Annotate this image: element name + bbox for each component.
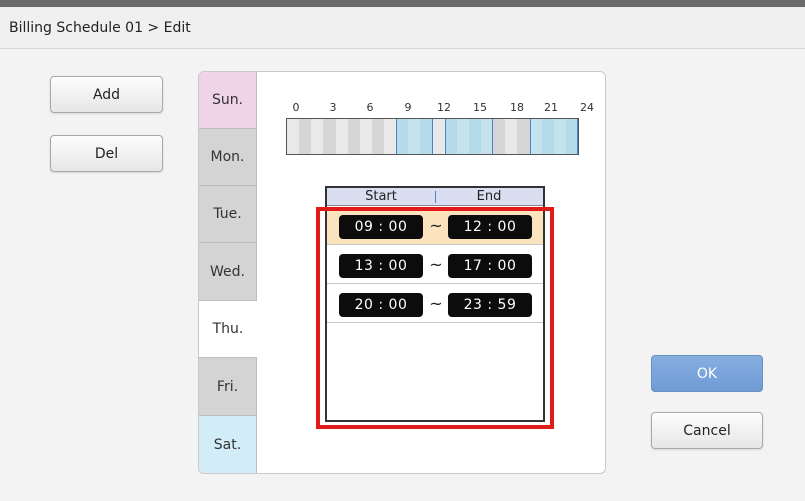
- window-top-strip: [0, 0, 805, 7]
- timeline-hour-cell: [347, 119, 361, 154]
- timeline-hour-cell: [335, 119, 349, 154]
- timeline-hour-label: 9: [404, 101, 412, 114]
- timeline-bar: [286, 118, 579, 155]
- time-range-row[interactable]: 13 : 00 ~17 : 00: [327, 246, 543, 284]
- timeline-hour-cell: [517, 119, 530, 154]
- start-time-field[interactable]: 09 : 00: [339, 215, 423, 239]
- timeline-hour-label: 21: [544, 101, 558, 114]
- start-column-header: Start: [365, 189, 397, 204]
- timeline-hour-labels: 0 3 6 9 12 15 18 21 24: [0, 101, 805, 115]
- timeline-hour-label: 0: [292, 101, 300, 114]
- timeline-hour-cell: [311, 119, 324, 154]
- list-header: Start End: [327, 188, 543, 206]
- cancel-button[interactable]: Cancel: [651, 412, 763, 449]
- time-range-row[interactable]: 20 : 00 ~23 : 59: [327, 285, 543, 323]
- end-time-field[interactable]: 17 : 00: [448, 254, 532, 278]
- end-column-header: End: [476, 189, 502, 204]
- timeline-hour-label: 6: [366, 101, 374, 114]
- end-time-field[interactable]: 23 : 59: [448, 293, 532, 317]
- start-time-field[interactable]: 13 : 00: [339, 254, 423, 278]
- timeline-hour-cell: [384, 119, 397, 154]
- timeline-active-range: [444, 119, 494, 154]
- day-tabs: Sun. Mon. Tue. Wed. Thu. Fri. Sat.: [199, 72, 257, 473]
- range-separator: ~: [429, 216, 443, 235]
- time-range-row[interactable]: 09 : 00 ~12 : 00: [327, 207, 543, 245]
- timeline-hour-label: 24: [580, 101, 594, 114]
- time-range-list: Start End 09 : 00 ~12 : 00 13 : 00 ~17 : 00…: [325, 186, 545, 422]
- timeline-hour-cell: [432, 119, 446, 154]
- day-tab-thu[interactable]: Thu.: [199, 301, 257, 358]
- start-time-field[interactable]: 20 : 00: [339, 293, 423, 317]
- ok-button[interactable]: OK: [651, 355, 763, 392]
- timeline-hour-cell: [371, 119, 385, 154]
- timeline-active-range: [529, 119, 578, 154]
- timeline-active-range: [396, 119, 433, 154]
- range-separator: ~: [429, 294, 443, 313]
- timeline-hour-cell: [299, 119, 312, 154]
- timeline-hour-cell: [323, 119, 336, 154]
- del-button[interactable]: Del: [50, 135, 163, 172]
- timeline-hour-label: 12: [437, 101, 451, 114]
- day-tab-tue[interactable]: Tue.: [199, 186, 257, 243]
- timeline-hour-label: 18: [510, 101, 524, 114]
- end-time-field[interactable]: 12 : 00: [448, 215, 532, 239]
- timeline-hour-cell: [359, 119, 373, 154]
- timeline-hour-cell: [287, 119, 300, 154]
- day-tab-sat[interactable]: Sat.: [199, 416, 257, 473]
- timeline-hour-label: 3: [329, 101, 337, 114]
- range-separator: ~: [429, 255, 443, 274]
- day-tab-wed[interactable]: Wed.: [199, 243, 257, 301]
- timeline-hour-cell: [493, 119, 506, 154]
- window-title: Billing Schedule 01 > Edit: [0, 7, 805, 49]
- day-tab-mon[interactable]: Mon.: [199, 129, 257, 186]
- timeline-hour-cell: [505, 119, 518, 154]
- day-tab-fri[interactable]: Fri.: [199, 358, 257, 416]
- timeline-hour-label: 15: [473, 101, 487, 114]
